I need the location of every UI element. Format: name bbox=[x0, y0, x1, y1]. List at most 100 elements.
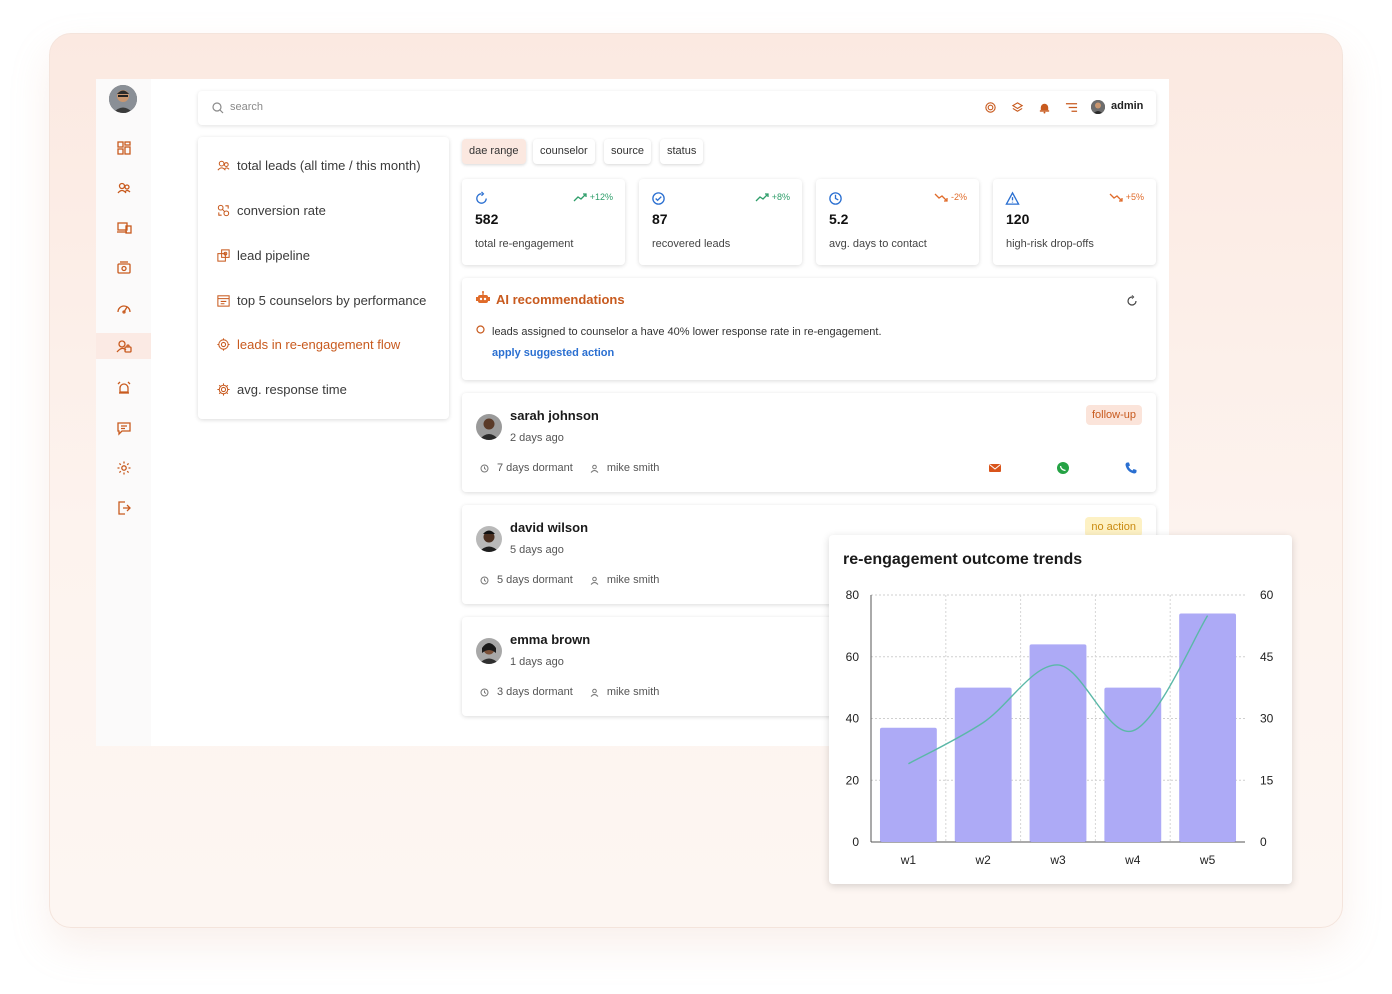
settings-icon bbox=[217, 382, 230, 396]
chart-bar bbox=[1179, 613, 1237, 842]
lead-time-ago: 1 days ago bbox=[510, 656, 564, 668]
sidebar-avatar[interactable] bbox=[109, 85, 137, 113]
user-icon bbox=[590, 576, 599, 585]
metrics-menu: total leads (all time / this month) conv… bbox=[198, 137, 449, 419]
user-icon bbox=[590, 688, 599, 697]
phone-icon[interactable] bbox=[1124, 461, 1138, 475]
dashboard-icon[interactable] bbox=[96, 135, 151, 161]
lead-dormant: 7 days dormant bbox=[497, 462, 573, 474]
refresh-icon[interactable] bbox=[1126, 295, 1138, 307]
kpi-high-risk-drop-offs: +5% 120 high-risk drop-offs bbox=[993, 179, 1156, 265]
email-icon[interactable] bbox=[988, 461, 1002, 475]
refresh-icon bbox=[476, 191, 487, 204]
x-tick-label: w4 bbox=[1124, 853, 1141, 867]
report-icon bbox=[217, 294, 230, 307]
kpi-value: 582 bbox=[475, 211, 499, 227]
settings-icon[interactable] bbox=[96, 455, 151, 481]
y-tick-label-right: 0 bbox=[1260, 835, 1267, 849]
menu-item-lead-pipeline[interactable]: lead pipeline bbox=[216, 245, 310, 265]
kpi-label: recovered leads bbox=[652, 238, 731, 250]
menu-item-label: leads in re-engagement flow bbox=[237, 336, 401, 352]
y-tick-label-left: 40 bbox=[846, 712, 860, 726]
search-input[interactable]: search bbox=[230, 101, 263, 113]
kpi-trend: +12% bbox=[573, 192, 613, 202]
search-icon bbox=[212, 102, 224, 114]
leads-icon[interactable] bbox=[96, 175, 151, 201]
chart-bar bbox=[954, 687, 1012, 842]
logout-icon[interactable] bbox=[96, 495, 151, 521]
apply-suggested-action-link[interactable]: apply suggested action bbox=[492, 347, 614, 359]
y-tick-label-left: 20 bbox=[846, 773, 860, 787]
y-tick-label-left: 80 bbox=[846, 588, 860, 602]
chart-bar bbox=[879, 727, 937, 842]
bell-icon[interactable] bbox=[1038, 101, 1051, 114]
lead-name: sarah johnson bbox=[510, 408, 599, 423]
y-tick-label-left: 0 bbox=[852, 835, 859, 849]
lead-card[interactable]: sarah johnson 2 days ago follow-up 7 day… bbox=[462, 393, 1156, 492]
menu-item-label: total leads (all time / this month) bbox=[237, 157, 421, 173]
admin-avatar[interactable] bbox=[1091, 100, 1105, 114]
y-tick-label-right: 45 bbox=[1260, 650, 1274, 664]
sidebar bbox=[96, 79, 151, 746]
y-tick-label-left: 60 bbox=[846, 650, 860, 664]
ai-recommendations-card: AI recommendations leads assigned to cou… bbox=[462, 278, 1156, 380]
lead-name: emma brown bbox=[510, 632, 591, 647]
lead-dormant: 3 days dormant bbox=[497, 686, 573, 698]
trend-down-icon bbox=[934, 193, 948, 202]
check-circle-icon bbox=[652, 192, 665, 205]
status-badge: follow-up bbox=[1085, 405, 1142, 425]
menu-item-re-engagement-flow[interactable]: leads in re-engagement flow bbox=[216, 334, 400, 354]
clock-icon bbox=[480, 688, 489, 696]
re-engagement-icon[interactable] bbox=[96, 333, 151, 359]
clock-icon bbox=[480, 464, 489, 472]
lead-name: david wilson bbox=[510, 520, 589, 535]
menu-item-total-leads[interactable]: total leads (all time / this month) bbox=[216, 155, 421, 175]
lead-counselor: mike smith bbox=[606, 462, 660, 474]
kpi-trend-value: -2% bbox=[950, 192, 967, 202]
x-tick-label: w3 bbox=[1049, 853, 1066, 867]
gear-icon bbox=[217, 337, 230, 351]
chart-bar bbox=[1104, 687, 1162, 842]
avatar bbox=[476, 526, 502, 552]
kpi-recovered-leads: +8% 87 recovered leads bbox=[639, 179, 802, 265]
filter-status[interactable]: status bbox=[660, 139, 704, 164]
trend-up-icon bbox=[755, 192, 769, 201]
menu-item-conversion-rate[interactable]: conversion rate bbox=[216, 200, 326, 220]
lead-meta: 7 days dormant mike smith bbox=[480, 462, 659, 474]
kpi-label: high-risk drop-offs bbox=[1006, 238, 1094, 250]
devices-icon[interactable] bbox=[96, 215, 151, 241]
pipeline-icon bbox=[217, 248, 230, 262]
user-icon bbox=[590, 464, 599, 473]
menu-item-avg-response-time[interactable]: avg. response time bbox=[216, 379, 347, 399]
layers-icon[interactable] bbox=[1011, 101, 1024, 114]
lead-time-ago: 5 days ago bbox=[510, 544, 564, 556]
x-tick-label: w2 bbox=[975, 853, 992, 867]
admin-name[interactable]: admin bbox=[1111, 100, 1143, 112]
analytics-icon[interactable] bbox=[96, 295, 151, 321]
kpi-value: 87 bbox=[652, 211, 668, 227]
kpi-trend-value: +8% bbox=[771, 192, 790, 202]
menu-item-top-counselors[interactable]: top 5 counselors by performance bbox=[216, 290, 426, 310]
finance-icon[interactable] bbox=[96, 255, 151, 281]
sun-icon[interactable] bbox=[984, 101, 997, 114]
menu-item-label: avg. response time bbox=[237, 381, 347, 397]
kpi-value: 120 bbox=[1006, 211, 1030, 227]
kpi-label: total re-engagement bbox=[475, 238, 574, 250]
top-bar: search admin bbox=[198, 91, 1156, 125]
messages-icon[interactable] bbox=[96, 415, 151, 441]
filter-counselor[interactable]: counselor bbox=[533, 139, 595, 164]
x-tick-label: w5 bbox=[1199, 853, 1216, 867]
lead-meta: 5 days dormant mike smith bbox=[480, 574, 659, 586]
whatsapp-icon[interactable] bbox=[1056, 461, 1070, 475]
trend-down-icon bbox=[1109, 193, 1123, 202]
menu-icon[interactable] bbox=[1065, 101, 1078, 114]
alarm-icon[interactable] bbox=[96, 375, 151, 401]
menu-item-label: conversion rate bbox=[237, 202, 326, 218]
filter-source[interactable]: source bbox=[604, 139, 652, 164]
robot-icon bbox=[476, 291, 490, 303]
lead-meta: 3 days dormant mike smith bbox=[480, 686, 659, 698]
kpi-trend: +8% bbox=[755, 192, 790, 202]
kpi-avg-days-to-contact: -2% 5.2 avg. days to contact bbox=[816, 179, 979, 265]
trend-up-icon bbox=[573, 192, 587, 201]
filter-date-range[interactable]: dae range bbox=[462, 139, 526, 164]
